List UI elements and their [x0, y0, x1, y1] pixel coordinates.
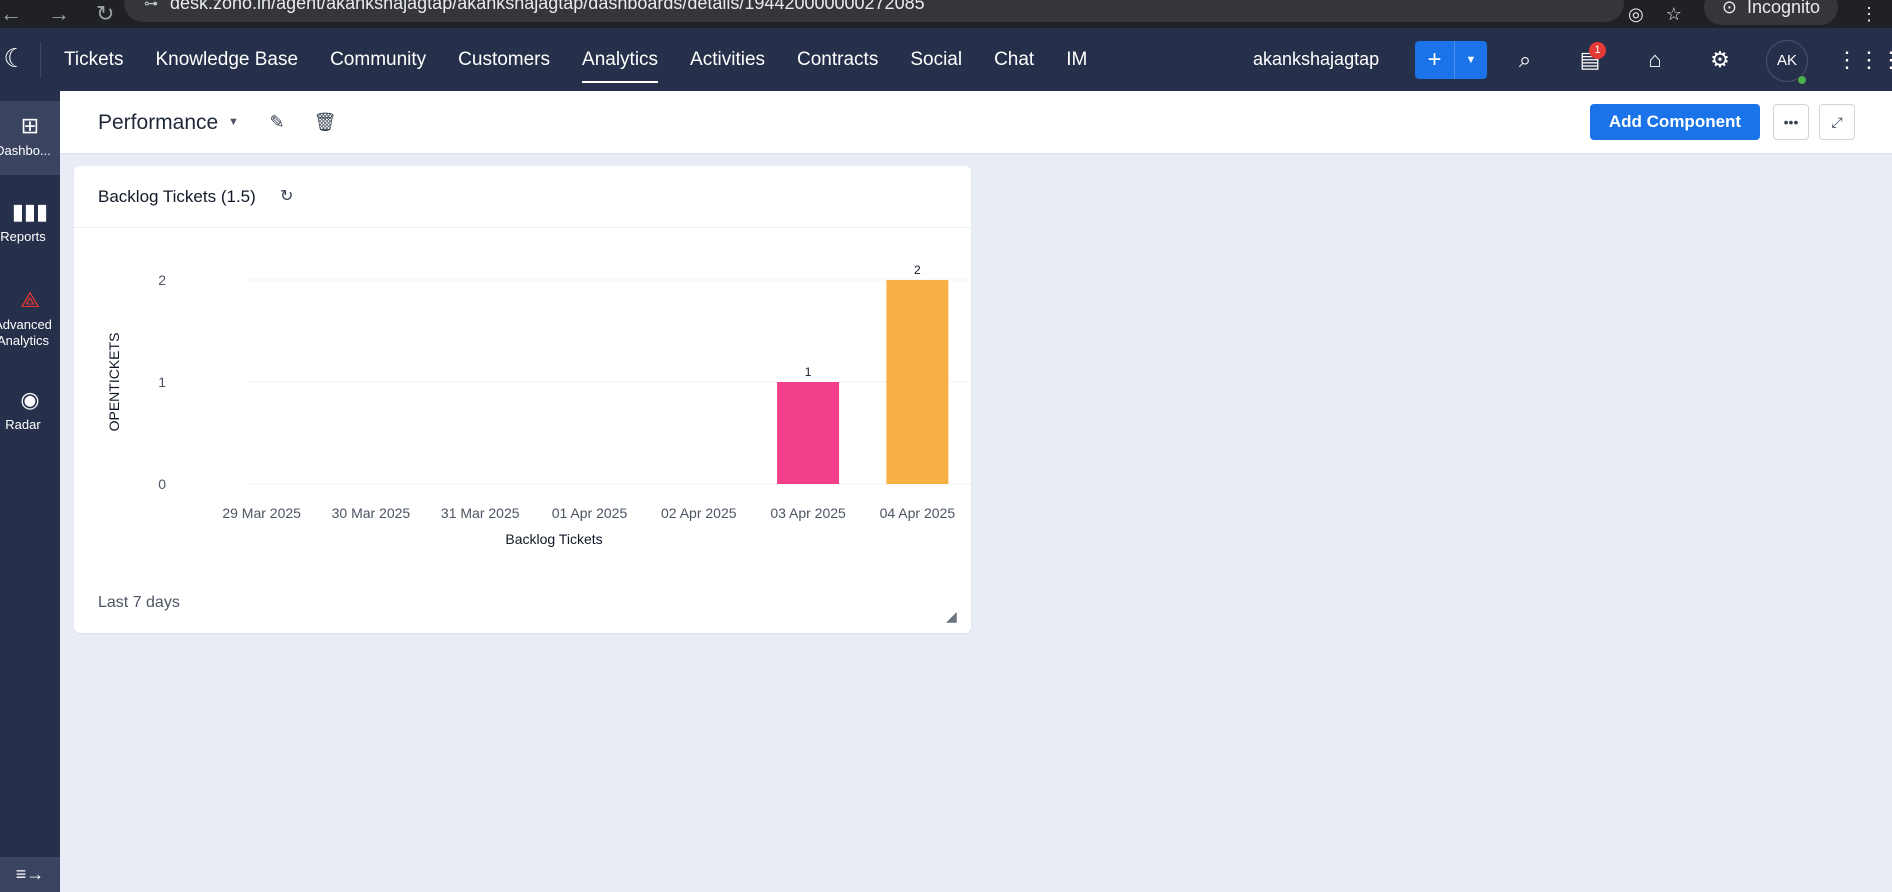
add-component-button[interactable]: Add Component [1590, 104, 1760, 140]
chevron-down-icon[interactable]: ▼ [1455, 41, 1487, 79]
bar-chart-icon: ▮▮▮ [11, 199, 49, 224]
trash-icon[interactable]: 🗑 [311, 108, 339, 136]
x-tick-label: 30 Mar 2025 [332, 505, 411, 521]
chart-bar [777, 382, 840, 484]
y-axis-title: OPENTICKETS [106, 333, 122, 432]
y-tick-label: 0 [158, 476, 166, 492]
x-tick-label: 31 Mar 2025 [441, 505, 520, 521]
y-tick-label: 2 [158, 272, 166, 288]
tab-analytics[interactable]: Analytics [566, 28, 674, 91]
bar-chart: 0 1 2 OPENTICKETS 29 Mar 2025 30 Mar 2025 31 M… [106, 263, 971, 547]
reload-icon[interactable]: ↻ [96, 1, 114, 27]
widget-header: Backlog Tickets (1.5) ↻ [74, 166, 971, 228]
app-logo-icon[interactable]: ☾ [0, 40, 30, 76]
sidebar-item-label: Radar [5, 417, 41, 432]
sidebar-item-label: Dashbo... [0, 143, 51, 158]
tab-activities[interactable]: Activities [674, 28, 781, 91]
tab-knowledge-base[interactable]: Knowledge Base [139, 28, 314, 91]
portal-name[interactable]: akankshajagtap [1253, 28, 1379, 91]
notification-badge: 1 [1589, 42, 1606, 59]
tab-social[interactable]: Social [894, 28, 978, 91]
widget-footer: Last 7 days [98, 594, 180, 611]
tab-contracts[interactable]: Contracts [781, 28, 894, 91]
radar-icon: ◉ [20, 387, 40, 412]
tab-community[interactable]: Community [314, 28, 442, 91]
star-icon[interactable]: ☆ [1666, 4, 1682, 25]
dashboard-header: Performance ▼ ✎ 🗑 Add Component ••• ⤢ [60, 91, 1892, 154]
x-tick-label: 29 Mar 2025 [222, 505, 301, 521]
analytics-icon: ⟁ [20, 287, 40, 312]
apps-grid-icon[interactable]: ⋮⋮⋮ [1836, 42, 1892, 78]
tab-customers[interactable]: Customers [442, 28, 566, 91]
x-tick-label: 01 Apr 2025 [552, 505, 628, 521]
gear-icon[interactable]: ⚙ [1702, 42, 1738, 78]
sidebar-item-dashboards[interactable]: ⊞ Dashbo... [0, 101, 60, 175]
browser-bar: ← → ↻ ⊶ desk.zoho.in/agent/akankshajagta… [0, 0, 1892, 28]
x-tick-label: 02 Apr 2025 [661, 505, 737, 521]
sidebar-item-advanced-analytics[interactable]: ⟁ Advanced Analytics [0, 287, 60, 361]
incognito-icon: ⊙ [1721, 0, 1737, 17]
edit-icon[interactable]: ✎ [263, 108, 291, 136]
chevron-down-icon[interactable]: ▼ [228, 91, 239, 154]
module-tabs: Tickets Knowledge Base Community Customers A… [48, 28, 1103, 91]
sidebar-item-reports[interactable]: ▮▮▮ Reports [0, 199, 60, 259]
dashboard-title[interactable]: Performance [98, 91, 218, 154]
tab-im[interactable]: IM [1050, 28, 1103, 91]
online-status-dot [1797, 75, 1807, 85]
expand-icon[interactable]: ⤢ [1819, 104, 1855, 140]
search-icon[interactable]: ⌕ [1507, 42, 1543, 78]
url-text: desk.zoho.in/agent/akankshajagtap/akanks… [170, 0, 925, 13]
chart-bar [886, 280, 949, 484]
app-top-nav: ☾ Tickets Knowledge Base Community Customer… [0, 28, 1892, 91]
forward-icon[interactable]: → [48, 1, 70, 27]
dashboard-icon: ⊞ [20, 113, 40, 138]
address-bar[interactable]: ⊶ desk.zoho.in/agent/akankshajagtap/akan… [124, 0, 1624, 22]
widget-title: Backlog Tickets (1.5) [98, 187, 256, 206]
left-sidebar: ⊞ Dashbo... ▮▮▮ Reports ⟁ Advanced Analy… [0, 91, 60, 892]
tab-chat[interactable]: Chat [978, 28, 1050, 91]
browser-nav: ← → ↻ [0, 0, 114, 28]
incognito-badge[interactable]: ⊙ Incognito [1703, 0, 1838, 25]
back-icon[interactable]: ← [0, 1, 22, 27]
backlog-tickets-widget: Backlog Tickets (1.5) ↻ 0 1 2 OPENTICKETS 29… [74, 166, 971, 633]
plus-icon[interactable]: + [1415, 41, 1455, 79]
sidebar-item-label: Advanced Analytics [0, 317, 52, 348]
x-axis-title: Backlog Tickets [505, 531, 602, 547]
bar-data-label: 1 [805, 365, 812, 379]
sidebar-item-radar[interactable]: ◉ Radar [0, 387, 60, 447]
resize-handle-icon[interactable]: ◢ [946, 608, 957, 625]
x-tick-label: 03 Apr 2025 [770, 505, 846, 521]
eye-off-icon[interactable]: ◎ [1628, 4, 1644, 25]
browser-right-controls: ◎ ☆ ⊙ Incognito ⋮ [1628, 0, 1892, 28]
nav-divider [40, 42, 41, 78]
collapse-sidebar-icon[interactable]: ≡→ [0, 857, 60, 892]
site-info-icon[interactable]: ⊶ [144, 0, 158, 12]
tab-tickets[interactable]: Tickets [48, 28, 139, 91]
quick-add-button[interactable]: + ▼ [1415, 41, 1487, 79]
y-tick-label: 1 [158, 374, 166, 390]
sidebar-item-label: Reports [0, 229, 46, 244]
incognito-label: Incognito [1746, 0, 1820, 17]
x-tick-label: 04 Apr 2025 [880, 505, 956, 521]
browser-menu-icon[interactable]: ⋮ [1860, 4, 1878, 25]
more-options-button[interactable]: ••• [1773, 104, 1809, 140]
refresh-icon[interactable]: ↻ [280, 166, 293, 228]
marketplace-icon[interactable]: ⌂ [1637, 42, 1673, 78]
bar-data-label: 2 [914, 263, 921, 277]
